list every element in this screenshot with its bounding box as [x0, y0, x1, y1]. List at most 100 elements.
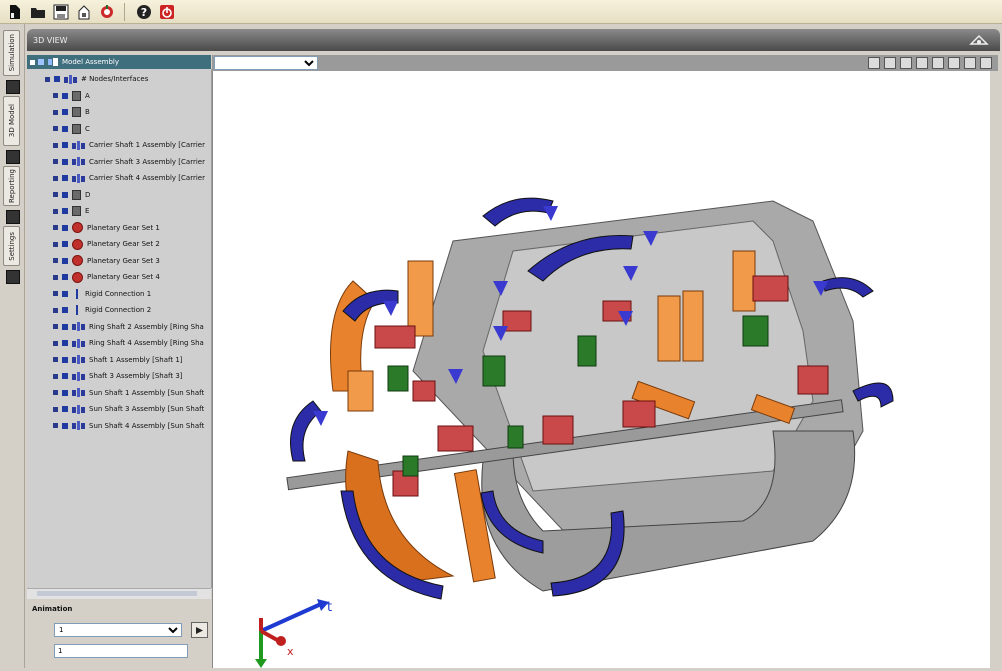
tree-item-expander[interactable]	[53, 373, 58, 379]
tree-item[interactable]: Shaft 3 Assembly [Shaft 3]	[53, 369, 183, 383]
tree-item[interactable]: Planetary Gear Set 2	[53, 237, 160, 251]
tree-item-expander[interactable]	[53, 423, 58, 428]
scrollbar-thumb[interactable]	[37, 591, 197, 596]
view-options-icon[interactable]	[968, 33, 990, 49]
tree-item-expander[interactable]	[53, 192, 58, 197]
tree-item[interactable]: Sun Shaft 4 Assembly [Sun Shaft	[53, 419, 204, 433]
tree-item[interactable]: E	[53, 204, 89, 218]
tree-item[interactable]: Shaft 1 Assembly [Shaft 1]	[53, 353, 183, 367]
tab-settings[interactable]: Settings	[3, 226, 20, 266]
animation-play-button[interactable]	[191, 622, 208, 638]
tree-item[interactable]: Carrier Shaft 1 Assembly [Carrier	[53, 138, 205, 152]
zoom-fit-icon[interactable]	[868, 57, 880, 69]
planetary-gearbox-model[interactable]: t x	[213, 71, 991, 668]
tree-item-checkbox[interactable]	[62, 208, 68, 214]
tree-item-checkbox[interactable]	[62, 125, 68, 132]
view-selector[interactable]	[214, 56, 318, 70]
tree-item[interactable]: Planetary Gear Set 3	[53, 254, 160, 268]
section-icon[interactable]	[932, 57, 944, 69]
tree-item[interactable]: C	[53, 122, 90, 136]
tree-item-expander[interactable]	[53, 208, 58, 214]
tree-item-expander[interactable]	[53, 225, 58, 230]
tree-item-expander[interactable]	[45, 76, 50, 82]
open-folder-icon[interactable]	[29, 3, 47, 21]
tree-item[interactable]: Planetary Gear Set 1	[53, 221, 160, 235]
tree-item-checkbox[interactable]	[62, 356, 68, 363]
connection-icon	[76, 305, 78, 315]
tree-item[interactable]: Sun Shaft 1 Assembly [Sun Shaft	[53, 386, 204, 400]
tree-item-checkbox[interactable]	[62, 92, 68, 99]
tab-simulation[interactable]: Simulation	[3, 30, 20, 76]
tree-item-checkbox[interactable]	[62, 422, 68, 429]
tree-item-expander[interactable]	[53, 307, 58, 313]
tree-item-expander[interactable]	[53, 324, 58, 329]
3d-viewport[interactable]: t x	[212, 71, 991, 668]
tree-item[interactable]: Rigid Connection 1	[53, 287, 151, 301]
tree-item[interactable]: Sun Shaft 3 Assembly [Sun Shaft	[53, 402, 204, 416]
zoom-window-icon[interactable]	[884, 57, 896, 69]
help-icon[interactable]: ?	[135, 3, 153, 21]
tree-item-checkbox[interactable]	[62, 373, 68, 379]
screenshot-icon[interactable]	[964, 57, 976, 69]
tree-root-row[interactable]: Model Assembly	[27, 55, 211, 69]
tree-item-checkbox[interactable]	[62, 323, 68, 330]
tree-item-expander[interactable]	[53, 126, 58, 131]
tree-item-expander[interactable]	[53, 340, 58, 346]
rotate-icon[interactable]	[900, 57, 912, 69]
render-icon[interactable]	[948, 57, 960, 69]
tree-item[interactable]: Carrier Shaft 4 Assembly [Carrier	[53, 171, 205, 185]
tree-item[interactable]: Rigid Connection 2	[53, 303, 151, 317]
tree-item[interactable]: Ring Shaft 2 Assembly [Ring Sha	[53, 320, 204, 334]
tree-item-checkbox[interactable]	[62, 109, 68, 115]
tree-item[interactable]: B	[53, 105, 90, 119]
tree-item-checkbox[interactable]	[62, 290, 68, 297]
tree-horizontal-scrollbar[interactable]	[27, 588, 211, 599]
tree-item[interactable]: D	[53, 188, 90, 202]
tree-item[interactable]: A	[53, 89, 90, 103]
tree-item[interactable]: Ring Shaft 4 Assembly [Ring Sha	[53, 336, 204, 350]
pan-icon[interactable]	[916, 57, 928, 69]
tree-item-expander[interactable]	[53, 390, 58, 395]
tree-root-checkbox[interactable]	[38, 59, 44, 65]
tree-item-expander[interactable]	[53, 109, 58, 115]
tree-item-label: E	[85, 207, 90, 215]
tree-item-checkbox[interactable]	[62, 340, 68, 346]
tree-item-expander[interactable]	[53, 357, 58, 362]
assembly-icon	[72, 173, 85, 183]
tab-3d-model[interactable]: 3D Model	[3, 96, 20, 146]
tree-root-expander[interactable]	[30, 59, 35, 65]
tree-item-expander[interactable]	[53, 258, 58, 263]
tree-item-checkbox[interactable]	[62, 307, 68, 313]
new-model-icon[interactable]	[6, 3, 24, 21]
tree-item-checkbox[interactable]	[62, 175, 68, 181]
tree-item-checkbox[interactable]	[62, 191, 68, 198]
export-icon[interactable]	[75, 3, 93, 21]
tree-item-checkbox[interactable]	[62, 274, 68, 280]
tree-item-checkbox[interactable]	[62, 142, 68, 148]
tree-item-expander[interactable]	[53, 93, 58, 98]
tree-item-expander[interactable]	[53, 291, 58, 296]
tree-item-expander[interactable]	[53, 142, 58, 148]
tree-item-expander[interactable]	[53, 406, 58, 412]
tree-item-checkbox[interactable]	[62, 406, 68, 412]
tree-item-expander[interactable]	[53, 159, 58, 164]
tree-item-checkbox[interactable]	[62, 257, 68, 264]
tree-item[interactable]: # Nodes/Interfaces	[45, 72, 148, 86]
save-icon[interactable]	[52, 3, 70, 21]
tree-item-checkbox[interactable]	[62, 241, 68, 247]
animation-value-field[interactable]	[54, 644, 188, 658]
quit-icon[interactable]	[158, 3, 176, 21]
tab-reporting[interactable]: Reporting	[3, 166, 20, 206]
tree-item-checkbox[interactable]	[54, 76, 60, 82]
tree-item-expander[interactable]	[53, 241, 58, 247]
maximize-icon[interactable]	[980, 57, 992, 69]
tree-item-checkbox[interactable]	[62, 389, 68, 396]
settings-icon[interactable]	[98, 3, 116, 21]
tree-item-checkbox[interactable]	[62, 158, 68, 165]
tree-item-checkbox[interactable]	[62, 224, 68, 231]
tree-item[interactable]: Carrier Shaft 3 Assembly [Carrier	[53, 155, 205, 169]
tree-item[interactable]: Planetary Gear Set 4	[53, 270, 160, 284]
tree-item-expander[interactable]	[53, 274, 58, 280]
tree-item-expander[interactable]	[53, 175, 58, 181]
animation-select[interactable]: 1	[54, 623, 182, 637]
